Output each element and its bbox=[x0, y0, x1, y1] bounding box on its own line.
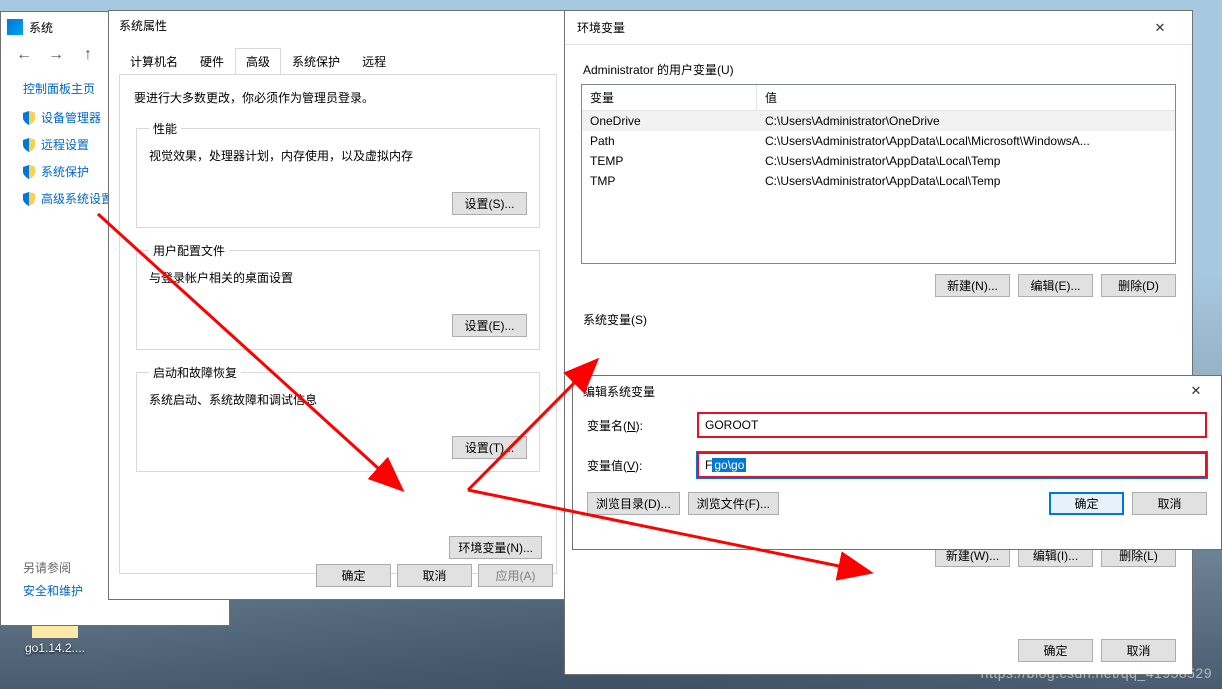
watermark: https://blog.csdn.net/qq_41958529 bbox=[981, 665, 1212, 681]
see-also-label: 另请参阅 bbox=[23, 559, 83, 576]
cancel-button[interactable]: 取消 bbox=[397, 564, 472, 587]
group-startup-recovery: 启动和故障恢复 系统启动、系统故障和调试信息 设置(T)... bbox=[136, 364, 540, 472]
dialog-system-properties: 系统属性 计算机名 硬件 高级 系统保护 远程 要进行大多数更改，你必须作为管理… bbox=[108, 10, 568, 600]
security-maintenance-link[interactable]: 安全和维护 bbox=[23, 582, 83, 599]
table-row[interactable]: PathC:\Users\Administrator\AppData\Local… bbox=[582, 131, 1175, 151]
startup-settings-button[interactable]: 设置(T)... bbox=[452, 436, 527, 459]
tab-panel-advanced: 要进行大多数更改，你必须作为管理员登录。 性能 视觉效果，处理器计划，内存使用，… bbox=[119, 74, 557, 574]
table-row[interactable]: OneDriveC:\Users\Administrator\OneDrive bbox=[582, 111, 1175, 131]
nav-up-icon[interactable]: ↑ bbox=[79, 46, 97, 64]
col-variable[interactable]: 变量 bbox=[582, 85, 757, 110]
apply-button[interactable]: 应用(A) bbox=[478, 564, 553, 587]
profiles-settings-button[interactable]: 设置(E)... bbox=[452, 314, 527, 337]
var-name-label: 变量名(N): bbox=[587, 417, 697, 434]
edit-cancel-button[interactable]: 取消 bbox=[1132, 492, 1207, 515]
desktop-icon-label: go1.14.2.... bbox=[20, 641, 90, 655]
group-legend: 启动和故障恢复 bbox=[149, 364, 241, 381]
titlebar-props[interactable]: 系统属性 bbox=[109, 11, 567, 39]
tab-system-protection[interactable]: 系统保护 bbox=[281, 48, 351, 75]
titlebar-env[interactable]: 环境变量 ✕ bbox=[565, 11, 1192, 45]
dialog-environment-variables: 环境变量 ✕ Administrator 的用户变量(U) 变量 值 OneDr… bbox=[564, 10, 1193, 675]
tab-advanced[interactable]: 高级 bbox=[235, 48, 281, 75]
group-legend: 用户配置文件 bbox=[149, 242, 229, 259]
link-label: 远程设置 bbox=[41, 136, 89, 153]
user-delete-button[interactable]: 删除(D) bbox=[1101, 274, 1176, 297]
admin-note: 要进行大多数更改，你必须作为管理员登录。 bbox=[134, 89, 542, 106]
user-vars-label: Administrator 的用户变量(U) bbox=[583, 61, 1176, 78]
group-desc: 系统启动、系统故障和调试信息 bbox=[149, 391, 527, 408]
var-name-input[interactable]: GOROOT bbox=[697, 412, 1207, 438]
system-vars-label: 系统变量(S) bbox=[583, 311, 1176, 328]
env-ok-button[interactable]: 确定 bbox=[1018, 639, 1093, 662]
tab-computer-name[interactable]: 计算机名 bbox=[119, 48, 189, 75]
link-label: 系统保护 bbox=[41, 163, 89, 180]
link-label: 设备管理器 bbox=[41, 109, 101, 126]
titlebar-edit[interactable]: 编辑系统变量 ✕ bbox=[573, 376, 1221, 406]
dialog-title: 环境变量 bbox=[577, 19, 625, 36]
tab-remote[interactable]: 远程 bbox=[351, 48, 397, 75]
system-icon bbox=[7, 19, 23, 35]
group-desc: 视觉效果，处理器计划，内存使用，以及虚拟内存 bbox=[149, 147, 527, 164]
nav-back-icon[interactable]: ← bbox=[15, 46, 33, 64]
user-edit-button[interactable]: 编辑(E)... bbox=[1018, 274, 1093, 297]
performance-settings-button[interactable]: 设置(S)... bbox=[452, 192, 527, 215]
group-performance: 性能 视觉效果，处理器计划，内存使用，以及虚拟内存 设置(S)... bbox=[136, 120, 540, 228]
tab-hardware[interactable]: 硬件 bbox=[189, 48, 235, 75]
ok-button[interactable]: 确定 bbox=[316, 564, 391, 587]
dialog-edit-system-variable: 编辑系统变量 ✕ 变量名(N): GOROOT 变量值(V): Fgo\go 浏… bbox=[572, 375, 1222, 550]
shield-icon bbox=[23, 138, 35, 152]
tabs-row: 计算机名 硬件 高级 系统保护 远程 bbox=[109, 39, 567, 74]
table-header: 变量 值 bbox=[582, 85, 1175, 111]
dialog-title: 系统属性 bbox=[119, 17, 167, 34]
close-button[interactable]: ✕ bbox=[1140, 18, 1180, 38]
table-row[interactable]: TMPC:\Users\Administrator\AppData\Local\… bbox=[582, 171, 1175, 191]
group-desc: 与登录帐户相关的桌面设置 bbox=[149, 269, 527, 286]
shield-icon bbox=[23, 192, 35, 206]
nav-forward-icon[interactable]: → bbox=[47, 46, 65, 64]
group-user-profiles: 用户配置文件 与登录帐户相关的桌面设置 设置(E)... bbox=[136, 242, 540, 350]
group-legend: 性能 bbox=[149, 120, 181, 137]
var-value-input[interactable]: Fgo\go bbox=[697, 452, 1207, 478]
edit-ok-button[interactable]: 确定 bbox=[1049, 492, 1124, 515]
link-label: 高级系统设置 bbox=[41, 190, 113, 207]
user-vars-table[interactable]: 变量 值 OneDriveC:\Users\Administrator\OneD… bbox=[581, 84, 1176, 264]
dialog-title: 编辑系统变量 bbox=[583, 383, 655, 400]
environment-variables-button[interactable]: 环境变量(N)... bbox=[449, 536, 542, 559]
browse-directory-button[interactable]: 浏览目录(D)... bbox=[587, 492, 680, 515]
env-cancel-button[interactable]: 取消 bbox=[1101, 639, 1176, 662]
table-row[interactable]: TEMPC:\Users\Administrator\AppData\Local… bbox=[582, 151, 1175, 171]
window-title: 系统 bbox=[29, 19, 53, 36]
shield-icon bbox=[23, 165, 35, 179]
var-value-label: 变量值(V): bbox=[587, 457, 697, 474]
close-button[interactable]: ✕ bbox=[1181, 381, 1211, 401]
shield-icon bbox=[23, 111, 35, 125]
browse-file-button[interactable]: 浏览文件(F)... bbox=[688, 492, 779, 515]
user-new-button[interactable]: 新建(N)... bbox=[935, 274, 1010, 297]
col-value[interactable]: 值 bbox=[757, 85, 1175, 110]
